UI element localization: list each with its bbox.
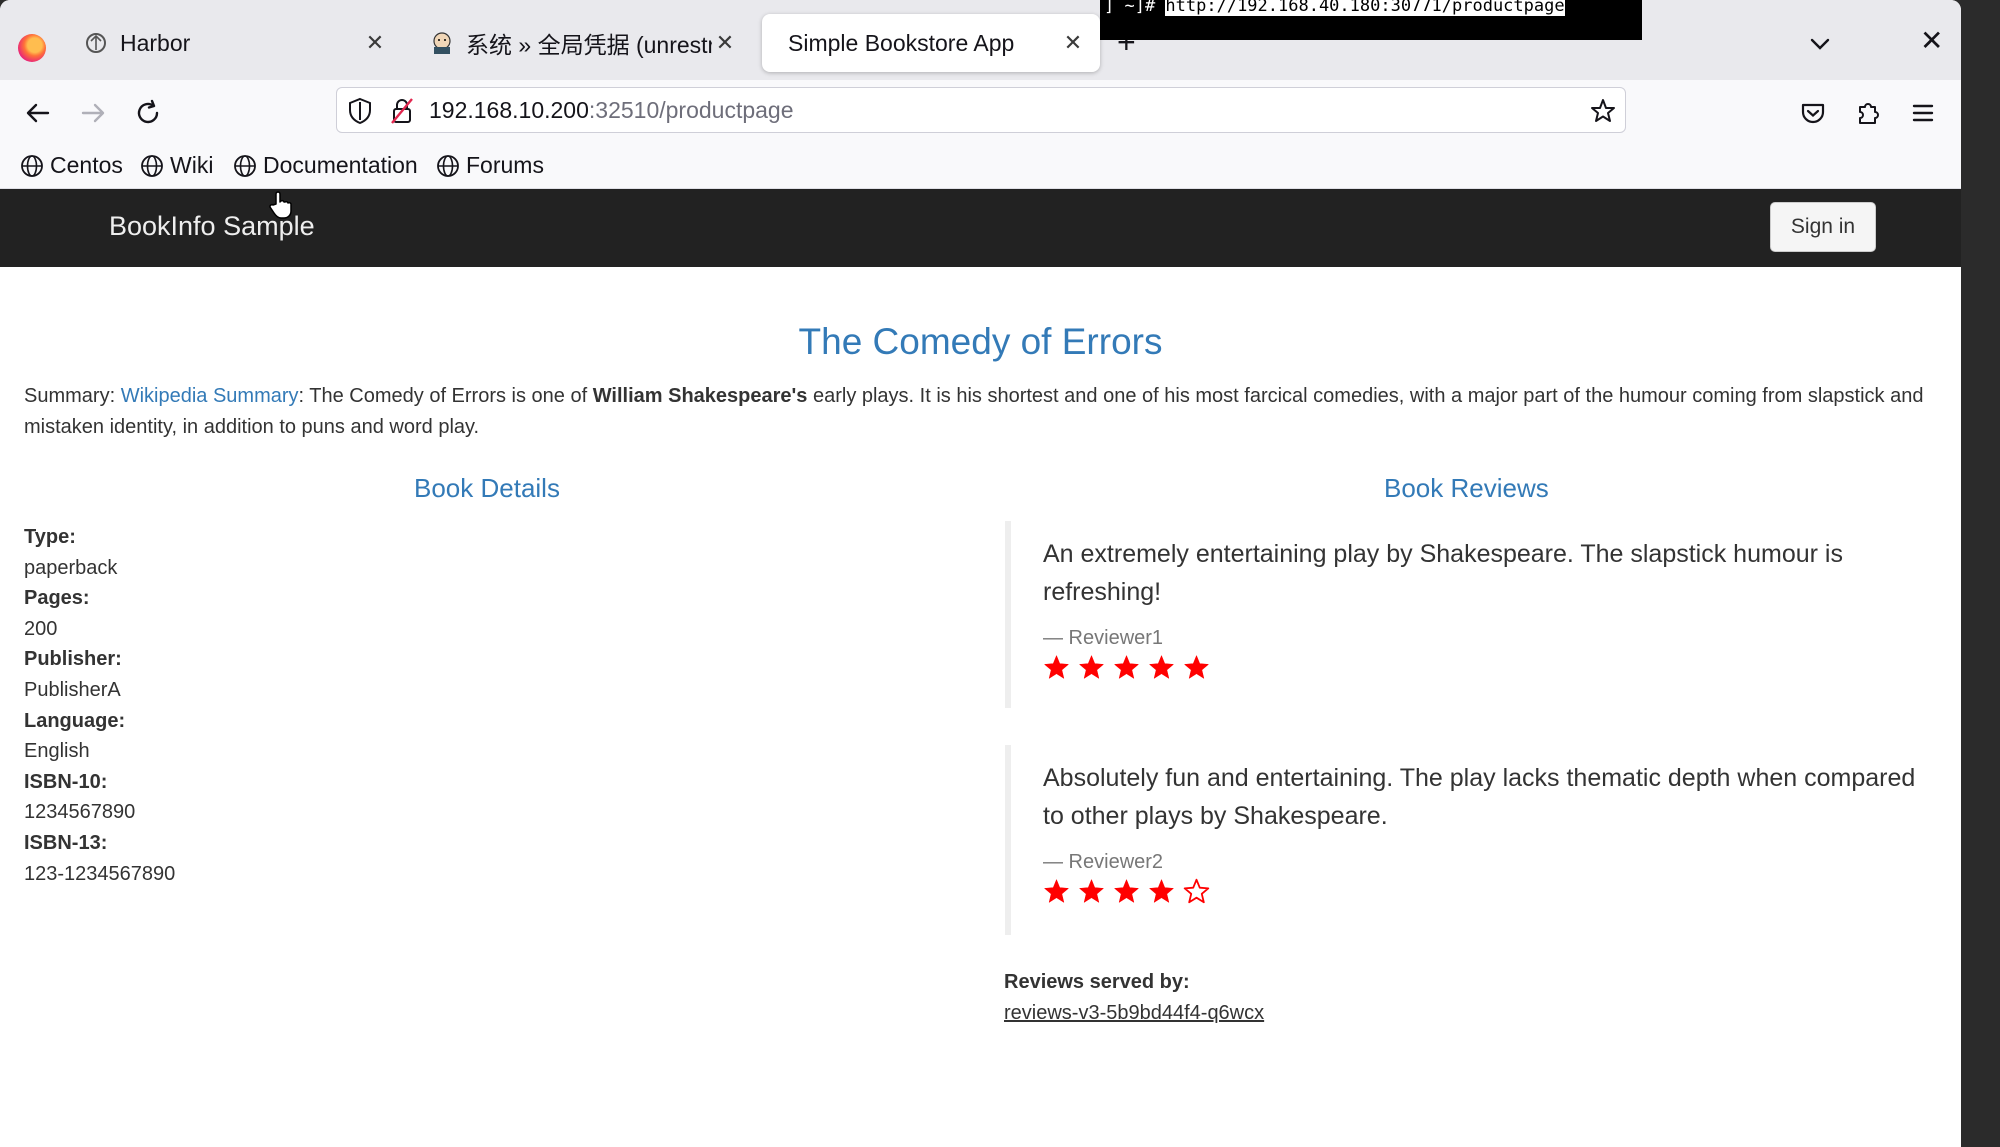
bookmark-label: Forums <box>466 152 544 178</box>
globe-icon <box>437 154 459 177</box>
menu-icon[interactable] <box>1905 95 1941 131</box>
detail-value-language: English <box>24 740 90 763</box>
book-title: The Comedy of Errors <box>798 321 1163 362</box>
book-details-list: Type: paperback Pages: 200 Publisher: Pu… <box>24 522 175 889</box>
globe-icon <box>234 154 256 177</box>
book-summary: Summary: Wikipedia Summary: The Comedy o… <box>24 381 1934 443</box>
summary-prefix: Summary: <box>24 385 121 407</box>
tab-jenkins-credentials[interactable]: 系统 » 全局凭据 (unrestricted) ✕ <box>416 14 752 72</box>
detail-label-isbn10: ISBN-10: <box>24 770 108 793</box>
detail-value-publisher: PublisherA <box>24 678 121 701</box>
bookmark-label: Documentation <box>263 152 418 178</box>
review-block: Absolutely fun and entertaining. The pla… <box>1005 745 1935 935</box>
wikipedia-summary-link[interactable]: Wikipedia Summary <box>121 385 299 407</box>
bookmark-forums[interactable]: Forums <box>436 152 544 179</box>
detail-label-language: Language: <box>24 709 126 732</box>
star-filled-icon <box>1079 655 1104 679</box>
review-block: An extremely entertaining play by Shakes… <box>1005 521 1935 708</box>
url-path: :32510/productpage <box>588 97 794 123</box>
back-icon[interactable] <box>20 95 56 131</box>
star-rating <box>1043 878 1935 905</box>
summary-mid: : The Comedy of Errors is one of <box>298 385 593 407</box>
book-reviews-heading: Book Reviews <box>1384 473 1549 503</box>
product-page: The Comedy of Errors Summary: Wikipedia … <box>0 267 1961 1147</box>
mouse-cursor-icon <box>268 190 294 225</box>
star-filled-icon <box>1044 879 1069 903</box>
tab-title: Harbor <box>120 29 191 56</box>
detail-value-type: paperback <box>24 556 118 579</box>
star-filled-icon <box>1044 655 1069 679</box>
list-all-tabs-icon[interactable] <box>1804 28 1836 60</box>
bookmark-label: Wiki <box>170 152 214 178</box>
extensions-icon[interactable] <box>1850 95 1886 131</box>
summary-author: William Shakespeare's <box>592 385 808 407</box>
firefox-logo-icon <box>18 34 46 62</box>
tab-strip: Harbor ✕ 系统 » 全局凭据 (unrestricted) ✕ Simp… <box>0 0 1961 80</box>
reload-icon[interactable] <box>130 95 166 131</box>
book-details-heading: Book Details <box>414 473 560 503</box>
detail-value-pages: 200 <box>24 617 58 640</box>
tab-title: 系统 » 全局凭据 (unrestricted) <box>466 32 712 58</box>
review-text: An extremely entertaining play by Shakes… <box>1043 540 1843 606</box>
site-navbar: BookInfo Sample Sign in <box>0 189 1961 267</box>
tab-close-button[interactable]: ✕ <box>362 30 388 56</box>
star-filled-icon <box>1114 655 1139 679</box>
star-bookmark-icon[interactable] <box>1589 97 1617 130</box>
served-by-label: Reviews served by: <box>1004 971 1190 993</box>
tab-simple-bookstore[interactable]: Simple Bookstore App ✕ <box>762 14 1100 72</box>
url-host: 192.168.10.200 <box>429 97 589 123</box>
detail-value-isbn13: 123-1234567890 <box>24 862 176 885</box>
detail-label-isbn13: ISBN-13: <box>24 831 108 854</box>
shield-icon[interactable] <box>347 97 373 130</box>
address-bar[interactable]: 192.168.10.200:32510/productpage <box>336 87 1626 133</box>
reviewer-name: — Reviewer1 <box>1043 627 1164 649</box>
sign-in-button[interactable]: Sign in <box>1770 202 1876 252</box>
jenkins-icon <box>430 31 454 55</box>
reviews-served-by: Reviews served by: reviews-v3-5b9bd44f4-… <box>1004 967 1264 1029</box>
detail-label-publisher: Publisher: <box>24 648 122 671</box>
browser-window: Harbor ✕ 系统 » 全局凭据 (unrestricted) ✕ Simp… <box>0 0 1961 1147</box>
bookmark-documentation[interactable]: Documentation <box>233 152 418 179</box>
star-empty-icon <box>1183 878 1210 904</box>
star-filled-icon <box>1184 655 1209 679</box>
pocket-icon[interactable] <box>1795 95 1831 131</box>
url-text[interactable]: 192.168.10.200:32510/productpage <box>429 97 794 124</box>
bookmark-centos[interactable]: Centos <box>20 152 123 179</box>
terminal-overlay: ] ~]# http://192.168.40.180:30771/produc… <box>1100 0 1642 40</box>
bookmarks-toolbar: Centos Wiki Documentation Forums <box>0 142 1961 189</box>
review-text: Absolutely fun and entertaining. The pla… <box>1043 764 1916 830</box>
star-filled-icon <box>1079 879 1104 903</box>
terminal-selected-command: http://192.168.40.180:30771/productpage <box>1165 0 1565 16</box>
star-filled-icon <box>1149 879 1174 903</box>
detail-label-type: Type: <box>24 526 76 548</box>
star-filled-icon <box>1114 879 1139 903</box>
globe-icon <box>141 154 163 177</box>
served-by-pod[interactable]: reviews-v3-5b9bd44f4-q6wcx <box>1004 998 1264 1029</box>
detail-value-isbn10: 1234567890 <box>24 801 136 824</box>
globe-icon <box>21 154 43 177</box>
forward-icon[interactable] <box>75 95 111 131</box>
tab-title: Simple Bookstore App <box>788 29 1015 56</box>
harbor-icon <box>84 31 108 55</box>
bookmark-label: Centos <box>50 152 123 178</box>
tab-close-button[interactable]: ✕ <box>712 30 738 56</box>
detail-label-pages: Pages: <box>24 587 90 610</box>
terminal-prompt: ] ~]# <box>1104 0 1166 16</box>
star-rating <box>1043 654 1935 681</box>
reviewer-name: — Reviewer2 <box>1043 851 1164 873</box>
tab-close-button[interactable]: ✕ <box>1060 30 1086 56</box>
insecure-lock-icon[interactable] <box>389 97 415 130</box>
window-close-button[interactable]: ✕ <box>1920 24 1943 57</box>
tab-harbor[interactable]: Harbor ✕ <box>70 14 402 72</box>
bookmark-wiki[interactable]: Wiki <box>140 152 213 179</box>
star-filled-icon <box>1149 655 1174 679</box>
